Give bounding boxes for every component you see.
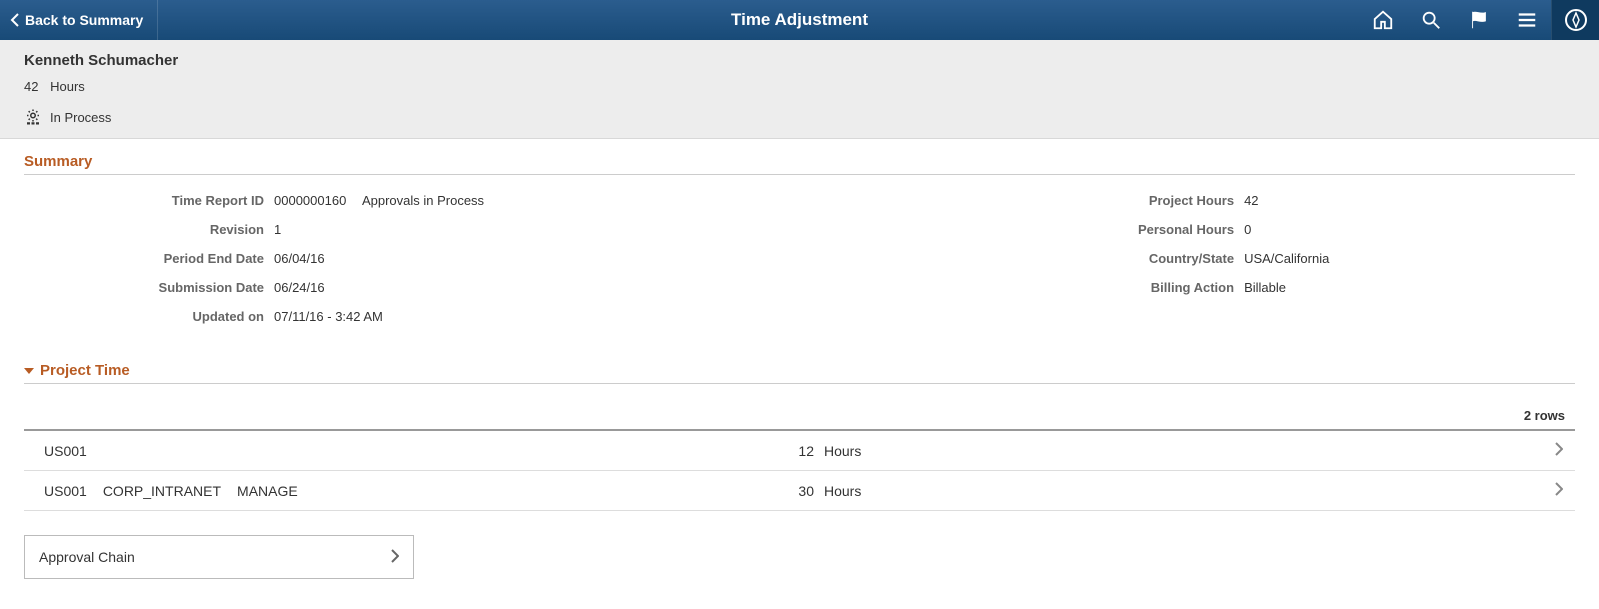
status-line: In Process	[24, 108, 1575, 126]
chevron-left-icon	[10, 13, 19, 27]
project-hours-value: 42	[1244, 193, 1258, 208]
project-description: US001	[44, 443, 764, 459]
submission-value: 06/24/16	[274, 280, 325, 295]
country-label: Country/State	[604, 251, 1244, 266]
submission-label: Submission Date	[24, 280, 274, 295]
project-description: US001 CORP_INTRANET MANAGE	[44, 483, 764, 499]
project-time-title: Project Time	[40, 362, 130, 379]
status-text: In Process	[50, 110, 111, 125]
summary-right-col: Project Hours 42 Personal Hours 0 Countr…	[604, 193, 1329, 338]
rows-count: 2 rows	[24, 402, 1575, 431]
search-icon[interactable]	[1407, 0, 1455, 40]
revision-value: 1	[274, 222, 281, 237]
period-end-value: 06/04/16	[274, 251, 325, 266]
project-time-section: Project Time 2 rows US001 12 Hours US001…	[24, 362, 1575, 511]
triangle-down-icon	[24, 366, 34, 376]
back-label: Back to Summary	[25, 12, 143, 28]
hours-summary: 42 Hours	[24, 79, 1575, 94]
project-hours: 30	[764, 483, 824, 499]
employee-name: Kenneth Schumacher	[24, 52, 1575, 69]
project-hours-label: Project Hours	[604, 193, 1244, 208]
revision-label: Revision	[24, 222, 274, 237]
summary-title: Summary	[24, 153, 1575, 175]
header-section: Kenneth Schumacher 42 Hours In Process	[0, 40, 1599, 139]
country-value: USA/California	[1244, 251, 1329, 266]
project-row[interactable]: US001 CORP_INTRANET MANAGE 30 Hours	[24, 471, 1575, 511]
updated-label: Updated on	[24, 309, 274, 324]
personal-hours-label: Personal Hours	[604, 222, 1244, 237]
project-row[interactable]: US001 12 Hours	[24, 431, 1575, 471]
content: Summary Time Report ID 0000000160 Approv…	[0, 139, 1599, 609]
chevron-right-icon	[1555, 482, 1563, 499]
summary-grid: Time Report ID 0000000160 Approvals in P…	[24, 193, 1575, 338]
back-button[interactable]: Back to Summary	[0, 0, 158, 40]
project-hours-unit: Hours	[824, 483, 904, 499]
personal-hours-value: 0	[1244, 222, 1251, 237]
flag-icon[interactable]	[1455, 0, 1503, 40]
project-hours: 12	[764, 443, 824, 459]
top-bar: Back to Summary Time Adjustment	[0, 0, 1599, 40]
project-time-toggle[interactable]: Project Time	[24, 362, 1575, 384]
billing-value: Billable	[1244, 280, 1286, 295]
updated-value: 07/11/16 - 3:42 AM	[274, 309, 383, 324]
hours-unit: Hours	[50, 79, 85, 94]
chevron-right-icon	[391, 549, 399, 566]
project-hours-unit: Hours	[824, 443, 904, 459]
chevron-right-icon	[1555, 442, 1563, 459]
hours-value: 42	[24, 79, 38, 94]
time-report-id-value: 0000000160 Approvals in Process	[274, 193, 484, 208]
summary-left-col: Time Report ID 0000000160 Approvals in P…	[24, 193, 484, 338]
compass-icon[interactable]	[1551, 0, 1599, 40]
gear-icon	[24, 108, 42, 126]
approval-chain-label: Approval Chain	[39, 549, 135, 565]
home-icon[interactable]	[1359, 0, 1407, 40]
billing-label: Billing Action	[604, 280, 1244, 295]
menu-icon[interactable]	[1503, 0, 1551, 40]
period-end-label: Period End Date	[24, 251, 274, 266]
page-title: Time Adjustment	[731, 10, 868, 30]
time-report-id-label: Time Report ID	[24, 193, 274, 208]
topbar-icons	[1359, 0, 1599, 40]
approval-chain-button[interactable]: Approval Chain	[24, 535, 414, 579]
